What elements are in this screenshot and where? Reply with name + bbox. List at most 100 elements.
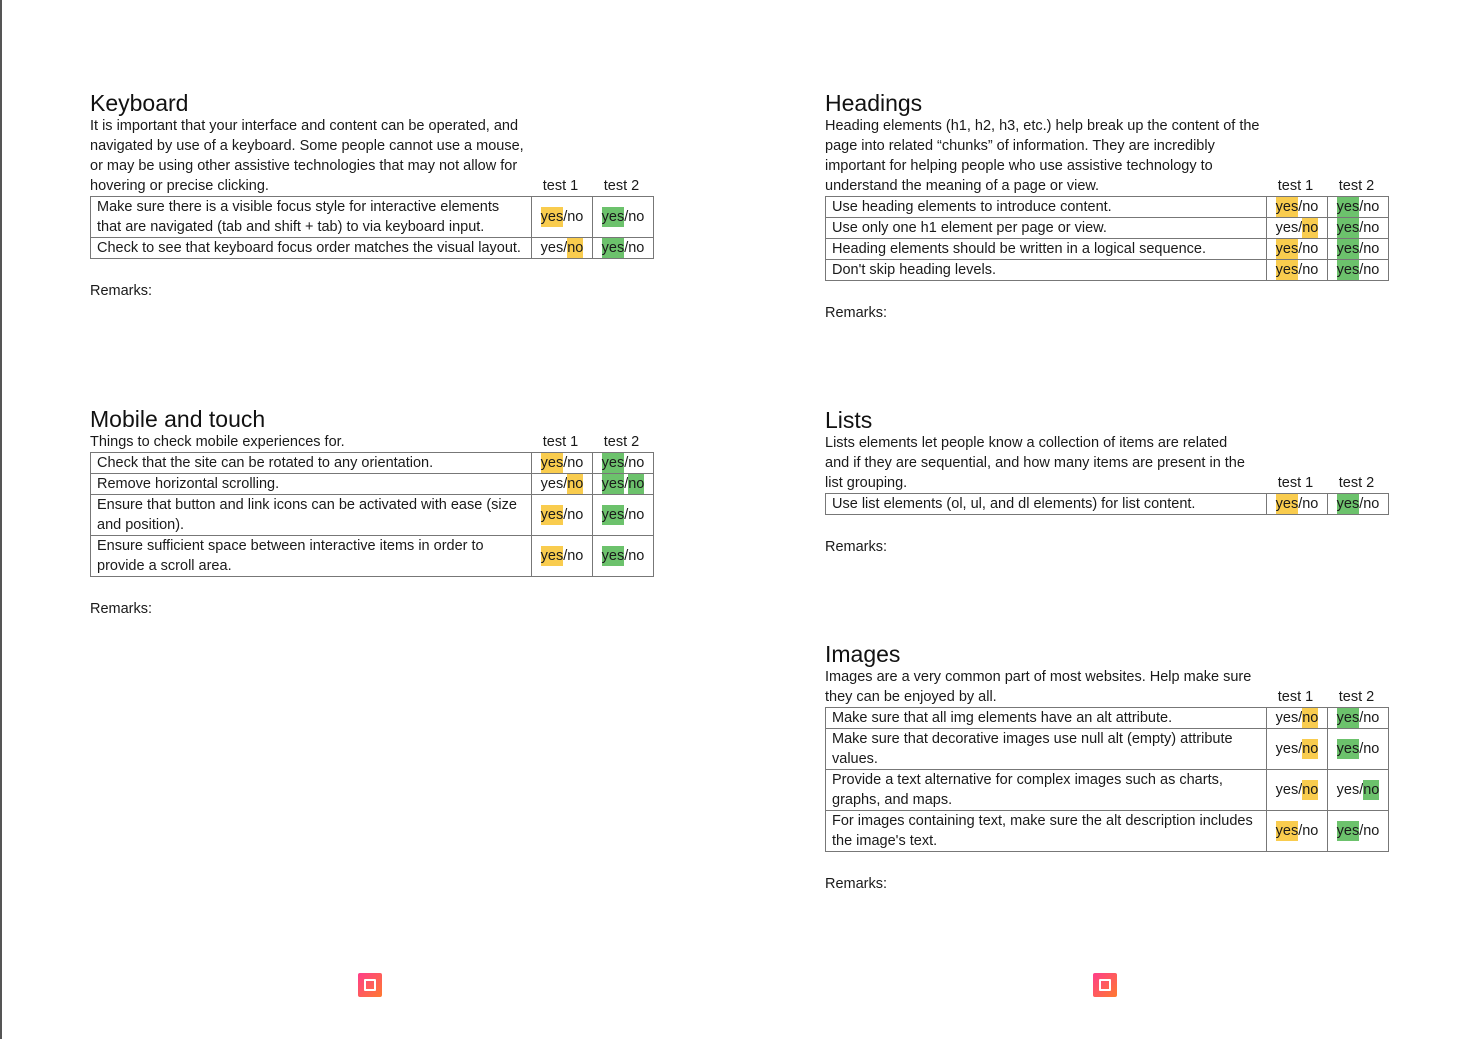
no-option[interactable]: no (628, 505, 644, 525)
test2-answer[interactable]: yes/no (1327, 196, 1389, 218)
section-description: Things to check mobile experiences for. (90, 434, 345, 450)
test1-answer[interactable]: yes/no (531, 196, 593, 238)
no-option[interactable]: no (1363, 494, 1379, 514)
yes-option[interactable]: yes (1276, 218, 1299, 238)
test2-answer[interactable]: yes/no (592, 473, 654, 495)
test1-answer[interactable]: yes/no (1266, 493, 1328, 515)
test2-answer[interactable]: yes/no (1327, 259, 1389, 281)
test1-answer[interactable]: yes/no (1266, 196, 1328, 218)
yes-option[interactable]: yes (541, 474, 564, 494)
test1-header: test 1 (1277, 689, 1314, 705)
test2-answer[interactable]: yes/no (592, 535, 654, 577)
no-option[interactable]: no (567, 207, 583, 227)
no-option[interactable]: no (1302, 821, 1318, 841)
test2-answer[interactable]: yes/no (1327, 217, 1389, 239)
no-option[interactable]: no (628, 207, 644, 227)
test2-answer[interactable]: yes/no (1327, 238, 1389, 260)
no-option[interactable]: no (1363, 780, 1380, 800)
no-option[interactable]: no (1302, 739, 1319, 759)
no-option[interactable]: no (1363, 197, 1379, 217)
checklist-row: Ensure sufficient space between interact… (90, 535, 654, 577)
yes-option[interactable]: yes (1276, 739, 1299, 759)
no-option[interactable]: no (1302, 494, 1318, 514)
yes-option[interactable]: yes (601, 474, 625, 494)
no-option[interactable]: no (1302, 708, 1319, 728)
test1-answer[interactable]: yes/no (1266, 810, 1328, 852)
no-option[interactable]: no (628, 546, 644, 566)
yes-option[interactable]: yes (540, 505, 564, 525)
yes-option[interactable]: yes (1336, 197, 1360, 217)
no-option[interactable]: no (567, 505, 583, 525)
no-option[interactable]: no (1363, 739, 1379, 759)
yes-option[interactable]: yes (1275, 494, 1299, 514)
test1-answer[interactable]: yes/no (1266, 259, 1328, 281)
yes-option[interactable]: yes (540, 207, 564, 227)
test2-header: test 2 (1338, 475, 1375, 491)
no-option[interactable]: no (1363, 218, 1379, 238)
yes-option[interactable]: yes (541, 238, 564, 258)
yes-option[interactable]: yes (601, 453, 625, 473)
yes-option[interactable]: yes (1276, 708, 1299, 728)
yes-option[interactable]: yes (601, 505, 625, 525)
yes-option[interactable]: yes (601, 238, 625, 258)
yes-option[interactable]: yes (1336, 708, 1360, 728)
test1-answer[interactable]: yes/no (1266, 707, 1328, 729)
no-option[interactable]: no (567, 238, 584, 258)
test2-answer[interactable]: yes/no (592, 452, 654, 474)
no-option[interactable]: no (628, 474, 645, 494)
test1-answer[interactable]: yes/no (531, 473, 593, 495)
no-option[interactable]: no (1302, 239, 1318, 259)
test2-answer[interactable]: yes/no (1327, 493, 1389, 515)
checklist-item-text: Make sure there is a visible focus style… (90, 196, 532, 238)
yes-option[interactable]: yes (1336, 239, 1360, 259)
yes-option[interactable]: yes (1336, 821, 1360, 841)
test2-answer[interactable]: yes/no (1327, 769, 1389, 811)
test1-answer[interactable]: yes/no (531, 237, 593, 259)
section-title: Keyboard (90, 90, 189, 116)
test1-header: test 1 (542, 178, 579, 194)
no-option[interactable]: no (1363, 239, 1379, 259)
yes-option[interactable]: yes (601, 546, 625, 566)
no-option[interactable]: no (1302, 780, 1319, 800)
no-option[interactable]: no (1302, 260, 1318, 280)
no-option[interactable]: no (567, 546, 583, 566)
test2-answer[interactable]: yes/no (592, 196, 654, 238)
no-option[interactable]: no (1363, 260, 1379, 280)
no-option[interactable]: no (1363, 821, 1379, 841)
no-option[interactable]: no (567, 453, 583, 473)
test1-answer[interactable]: yes/no (1266, 769, 1328, 811)
no-option[interactable]: no (1302, 197, 1318, 217)
yes-option[interactable]: yes (1275, 197, 1299, 217)
yes-option[interactable]: yes (601, 207, 625, 227)
no-option[interactable]: no (628, 453, 644, 473)
test1-answer[interactable]: yes/no (1266, 238, 1328, 260)
checklist-table: Make sure that all img elements have an … (825, 707, 1389, 852)
yes-option[interactable]: yes (1336, 739, 1360, 759)
section-title: Headings (825, 90, 923, 116)
test2-answer[interactable]: yes/no (1327, 728, 1389, 770)
test1-answer[interactable]: yes/no (531, 494, 593, 536)
yes-option[interactable]: yes (1336, 494, 1360, 514)
no-option[interactable]: no (1302, 218, 1319, 238)
test1-answer[interactable]: yes/no (531, 452, 593, 474)
yes-option[interactable]: yes (1337, 780, 1360, 800)
no-option[interactable]: no (567, 474, 584, 494)
test1-answer[interactable]: yes/no (1266, 728, 1328, 770)
test2-answer[interactable]: yes/no (592, 237, 654, 259)
test1-answer[interactable]: yes/no (1266, 217, 1328, 239)
test2-answer[interactable]: yes/no (1327, 810, 1389, 852)
yes-option[interactable]: yes (540, 453, 564, 473)
test2-answer[interactable]: yes/no (592, 494, 654, 536)
yes-option[interactable]: yes (1336, 260, 1360, 280)
yes-option[interactable]: yes (540, 546, 564, 566)
no-option[interactable]: no (628, 238, 644, 258)
checklist-row: For images containing text, make sure th… (825, 810, 1389, 852)
yes-option[interactable]: yes (1276, 780, 1299, 800)
no-option[interactable]: no (1363, 708, 1379, 728)
yes-option[interactable]: yes (1336, 218, 1360, 238)
yes-option[interactable]: yes (1275, 239, 1299, 259)
yes-option[interactable]: yes (1275, 260, 1299, 280)
test1-answer[interactable]: yes/no (531, 535, 593, 577)
yes-option[interactable]: yes (1275, 821, 1299, 841)
test2-answer[interactable]: yes/no (1327, 707, 1389, 729)
